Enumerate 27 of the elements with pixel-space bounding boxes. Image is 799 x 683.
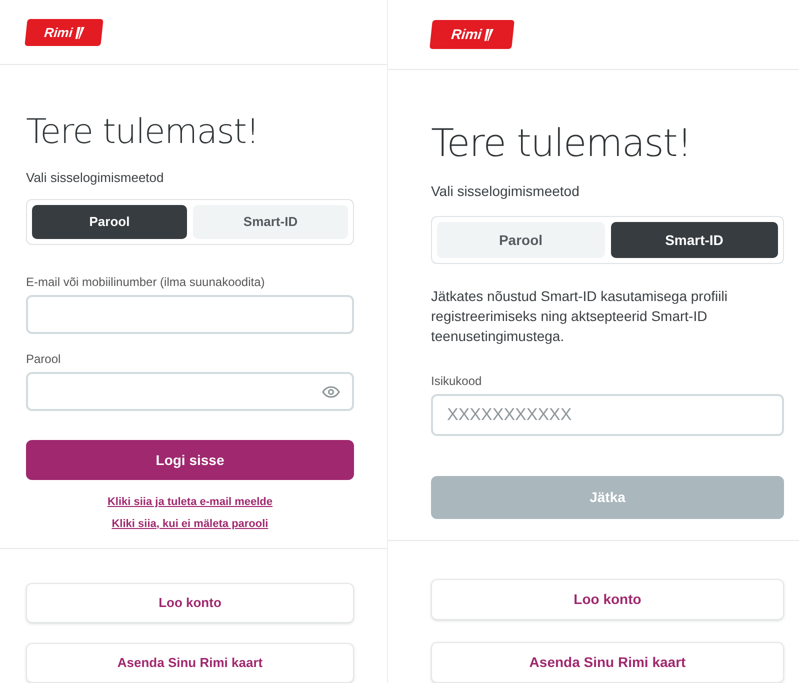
logo: Rimi: [24, 18, 104, 46]
field-label: Parool: [26, 351, 62, 368]
secondary-button[interactable]: Loo konto: [26, 583, 354, 623]
logo: Rimi: [429, 20, 515, 49]
swoosh-icon: [484, 28, 494, 40]
field-label: Isikukood: [431, 373, 483, 390]
help-link[interactable]: Kliki siia ja tuleta e-mail meelde: [107, 494, 273, 510]
swoosh-icon: [74, 26, 84, 38]
submit-button[interactable]: Logi sisse: [26, 440, 354, 480]
method-tab[interactable]: Smart-ID: [193, 205, 348, 239]
input-field[interactable]: [26, 295, 354, 334]
secondary-button[interactable]: Asenda Sinu Rimi kaart: [431, 642, 784, 683]
eye-icon[interactable]: [322, 386, 340, 398]
method-tab[interactable]: Parool: [32, 205, 187, 239]
method-label: Vali sisselogimismeetod: [431, 182, 580, 201]
page-title: Tere tulemast!: [431, 120, 692, 166]
input-field[interactable]: XXXXXXXXXXX: [431, 394, 784, 436]
method-tab[interactable]: Parool: [437, 222, 604, 258]
method-tab[interactable]: Smart-ID: [610, 222, 778, 258]
secondary-button[interactable]: Asenda Sinu Rimi kaart: [26, 643, 354, 683]
field-label: E-mail või mobiilinumber (ilma suunakoodita): [26, 274, 266, 291]
method-label: Vali sisselogimismeetod: [26, 168, 165, 187]
secondary-button[interactable]: Loo konto: [431, 579, 784, 620]
info-text: Jätkates nõustud Smart-ID kasutamisega profiili registreerimiseks ning aktsepteerid Smart-ID teenusetingimustega.: [431, 287, 728, 346]
password-field[interactable]: [26, 372, 354, 411]
help-link[interactable]: Kliki siia, kui ei mäleta parooli: [112, 516, 268, 532]
page-title: Tere tulemast!: [26, 111, 260, 154]
